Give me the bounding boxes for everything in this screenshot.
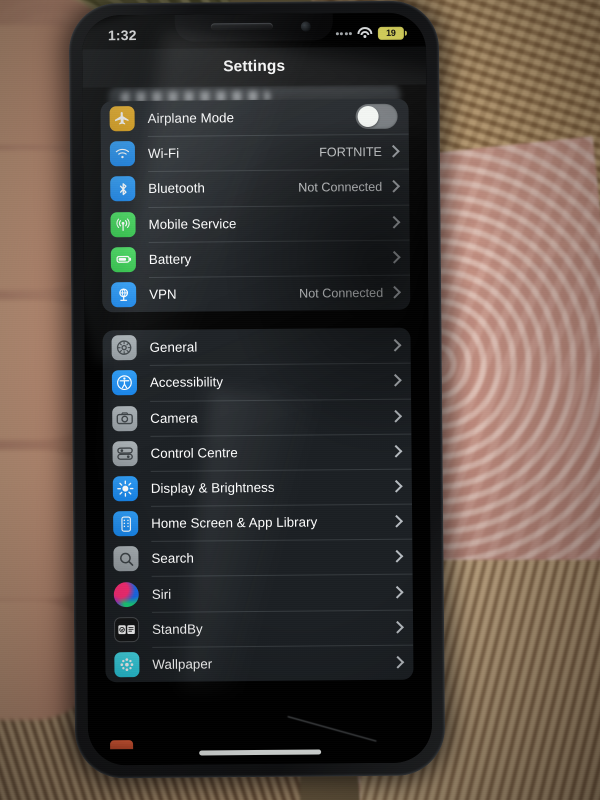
settings-row-standby[interactable]: StandBy xyxy=(105,609,413,647)
phone-bezel: 1:32 19 Settings Airplane Mode Wi-Fi FOR… xyxy=(81,12,433,766)
settings-row-label: Mobile Service xyxy=(148,215,237,232)
settings-group-connectivity: Airplane Mode Wi-Fi FORTNITE Bluetooth Not C… xyxy=(100,98,411,313)
chevron-right-icon xyxy=(388,285,402,299)
vpn-globe-icon xyxy=(111,282,137,308)
wallpaper-flower-icon xyxy=(114,651,140,678)
settings-row-label: StandBy xyxy=(152,621,203,637)
accessibility-icon xyxy=(111,370,138,396)
settings-row-label: Wallpaper xyxy=(152,656,213,672)
settings-row-siri[interactable]: Siri xyxy=(105,574,413,612)
settings-row-value: Not Connected xyxy=(299,285,384,301)
wifi-icon xyxy=(109,141,136,167)
settings-row-label: Accessibility xyxy=(149,374,224,391)
earpiece-speaker-icon xyxy=(210,22,273,31)
settings-row-label: Wi-Fi xyxy=(147,145,180,162)
navigation-bar: Settings xyxy=(82,46,427,88)
settings-row-value: Not Connected xyxy=(298,179,383,195)
settings-row-label: Search xyxy=(151,550,194,567)
front-camera-icon xyxy=(300,21,311,32)
settings-group-system: General Accessibility Camera Control Centre… xyxy=(102,327,414,683)
search-icon xyxy=(113,546,139,572)
settings-row-search[interactable]: Search xyxy=(104,539,412,577)
home-screen-icon xyxy=(113,511,139,537)
siri-orb-icon xyxy=(113,581,139,607)
settings-row-vpn[interactable]: VPN Not Connected xyxy=(102,275,410,313)
airplane-mode-toggle[interactable] xyxy=(355,103,398,130)
status-time: 1:32 xyxy=(107,27,137,44)
settings-row-display-brightness[interactable]: Display & Brightness xyxy=(104,469,412,507)
settings-row-label: General xyxy=(149,339,198,356)
settings-row-label: Airplane Mode xyxy=(147,110,235,127)
display-notch xyxy=(174,13,333,42)
brightness-sun-icon xyxy=(112,476,138,502)
settings-row-accessibility[interactable]: Accessibility xyxy=(103,363,411,401)
photo-scene: 1:32 19 Settings Airplane Mode Wi-Fi FOR… xyxy=(0,0,600,800)
battery-icon: 19 xyxy=(377,26,404,40)
antenna-icon xyxy=(110,211,136,237)
settings-row-wallpaper[interactable]: Wallpaper xyxy=(105,644,413,682)
battery-icon xyxy=(110,246,136,273)
settings-row-value: FORTNITE xyxy=(319,144,382,160)
bluetooth-icon xyxy=(110,176,136,202)
toggle-knob xyxy=(357,106,379,128)
page-title: Settings xyxy=(223,57,286,76)
settings-row-label: Bluetooth xyxy=(148,180,205,197)
standby-icon xyxy=(113,616,140,642)
status-indicators: 19 xyxy=(335,26,404,40)
settings-row-label: Camera xyxy=(150,410,198,426)
phone-screen: 1:32 19 Settings Airplane Mode Wi-Fi FOR… xyxy=(81,12,433,766)
settings-row-wi-fi[interactable]: Wi-Fi FORTNITE xyxy=(101,134,409,172)
airplane-icon xyxy=(109,106,135,132)
dock-app-icon[interactable] xyxy=(110,740,134,750)
settings-row-label: Siri xyxy=(151,586,172,602)
settings-row-mobile-service[interactable]: Mobile Service xyxy=(101,204,409,242)
battery-percent: 19 xyxy=(386,27,396,38)
settings-row-bluetooth[interactable]: Bluetooth Not Connected xyxy=(101,169,409,207)
settings-row-label: Control Centre xyxy=(150,444,238,461)
settings-row-camera[interactable]: Camera xyxy=(103,398,411,436)
settings-row-airplane-mode[interactable]: Airplane Mode xyxy=(100,99,408,137)
chevron-right-icon xyxy=(387,180,401,194)
home-indicator[interactable] xyxy=(199,749,322,756)
settings-row-label: Battery xyxy=(148,251,192,267)
settings-list[interactable]: Airplane Mode Wi-Fi FORTNITE Bluetooth Not C… xyxy=(82,98,432,766)
wifi-icon xyxy=(357,26,373,39)
settings-row-label: Display & Brightness xyxy=(150,479,275,496)
camera-icon xyxy=(112,405,138,431)
cellular-dots-icon xyxy=(335,31,352,35)
settings-row-home-screen-app-library[interactable]: Home Screen & App Library xyxy=(104,504,412,542)
settings-row-control-centre[interactable]: Control Centre xyxy=(103,433,411,471)
settings-row-battery[interactable]: Battery xyxy=(102,239,410,277)
settings-row-label: VPN xyxy=(149,286,177,302)
phone-device: 1:32 19 Settings Airplane Mode Wi-Fi FOR… xyxy=(68,0,446,779)
control-centre-icon xyxy=(112,440,138,467)
chevron-right-icon xyxy=(387,145,400,158)
gear-icon xyxy=(111,335,137,361)
settings-row-label: Home Screen & App Library xyxy=(151,514,318,532)
settings-row-general[interactable]: General xyxy=(102,328,410,366)
